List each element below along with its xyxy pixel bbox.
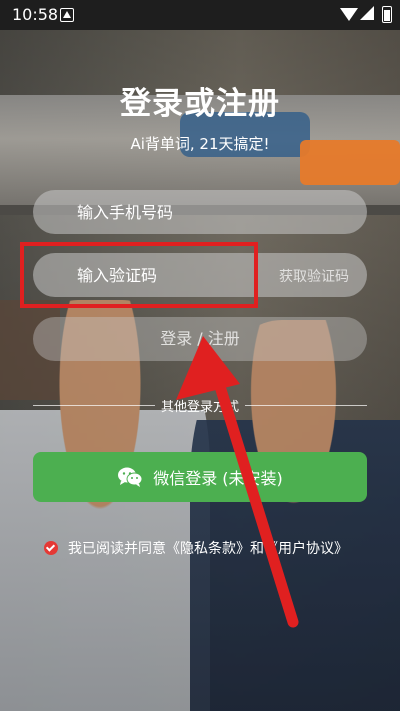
phone-input[interactable] [33, 201, 299, 223]
get-code-button[interactable]: 获取验证码 [279, 266, 349, 286]
check-icon[interactable] [44, 541, 58, 555]
agreement-row[interactable]: 我已阅读并同意《隐私条款》和《用户协议》 [44, 538, 348, 558]
person-left [0, 300, 210, 711]
notification-icon [60, 8, 74, 22]
wechat-login-button[interactable]: 微信登录 (未安装) [33, 452, 367, 502]
battery-icon [382, 6, 392, 23]
page-title: 登录或注册 [120, 86, 280, 122]
status-bar: 10:58 [0, 0, 400, 30]
wechat-icon [117, 466, 143, 488]
signal-icon [360, 6, 374, 20]
wechat-login-label: 微信登录 (未安装) [153, 469, 283, 488]
person-right [190, 320, 400, 711]
wifi-icon [340, 8, 358, 21]
divider-right [245, 405, 367, 406]
phone-field[interactable] [33, 190, 367, 234]
page-subtitle: Ai背单词, 21天搞定! [130, 135, 270, 153]
agreement-text: 我已阅读并同意《隐私条款》和《用户协议》 [68, 541, 348, 557]
highlight-box [20, 242, 258, 308]
login-register-button[interactable]: 登录 / 注册 [33, 317, 367, 361]
status-time: 10:58 [12, 5, 59, 24]
